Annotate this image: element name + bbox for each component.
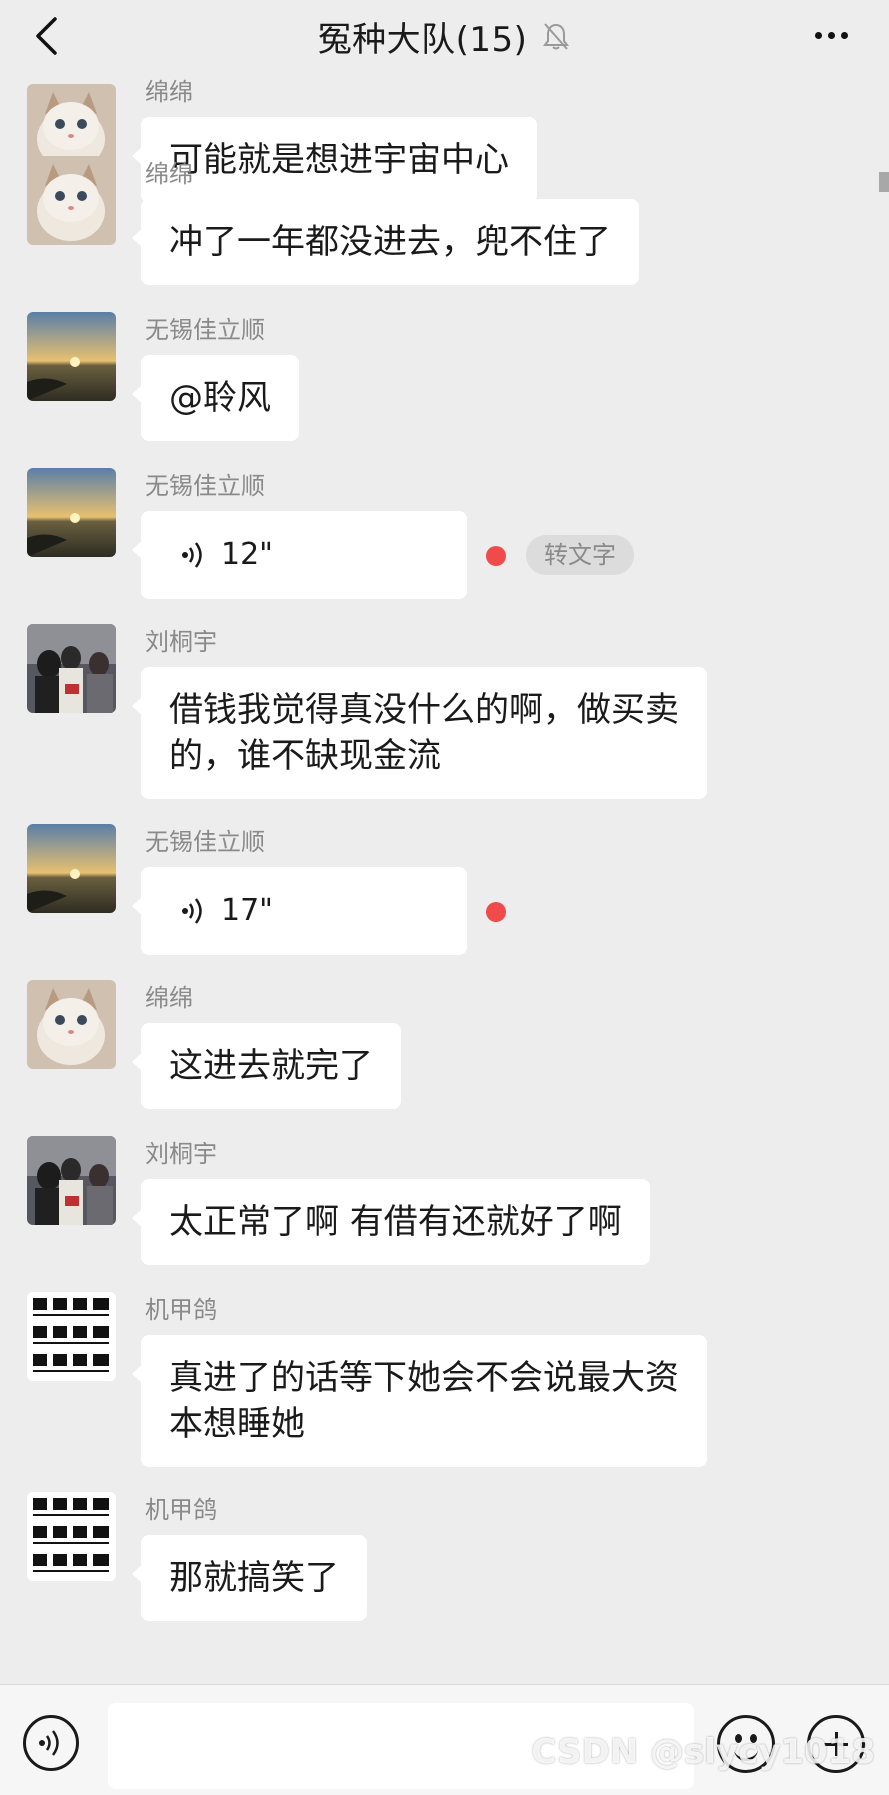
voice-duration: 17" (221, 893, 273, 928)
message-bubble[interactable]: 这进去就完了 (132, 1023, 401, 1109)
message-list[interactable]: 绵绵 可能就是想进宇宙中心 绵绵 冲了一年都没进去，兜不住了 无锡佳立顺 @聆风… (0, 72, 889, 1684)
watermark: CSDN @slycy1018 (531, 1732, 875, 1772)
avatar[interactable] (27, 312, 116, 401)
avatar[interactable] (27, 624, 116, 713)
chat-title: 冤种大队(15) (317, 19, 528, 60)
voice-icon (39, 1730, 59, 1756)
sender-name: 刘桐宇 (145, 1140, 217, 1168)
message-bubble[interactable]: 冲了一年都没进去，兜不住了 (132, 199, 639, 285)
sender-name: 机甲鸽 (145, 1296, 217, 1324)
message-bubble[interactable]: 真进了的话等下她会不会说最大资 本想睡她 (132, 1335, 707, 1467)
unread-dot (486, 546, 506, 566)
message-bubble[interactable]: 太正常了啊 有借有还就好了啊 (132, 1179, 650, 1265)
voice-wave-icon (181, 896, 207, 926)
avatar[interactable] (27, 468, 116, 557)
sender-name: 无锡佳立顺 (145, 316, 265, 344)
chevron-left-icon (36, 17, 57, 55)
avatar[interactable] (27, 1292, 116, 1381)
avatar[interactable] (27, 980, 116, 1069)
sender-name: 刘桐宇 (145, 628, 217, 656)
sender-name: 绵绵 (145, 160, 193, 188)
voice-message[interactable]: 12" (132, 511, 467, 599)
bell-off-icon (541, 21, 571, 51)
convert-to-text-button[interactable]: 转文字 (526, 535, 634, 575)
back-button[interactable] (26, 14, 66, 58)
avatar[interactable] (27, 156, 116, 245)
voice-input-button[interactable] (23, 1715, 79, 1771)
sender-name: 机甲鸽 (145, 1496, 217, 1524)
more-options-button[interactable] (807, 18, 855, 52)
message-bubble[interactable]: 借钱我觉得真没什么的啊，做买卖 的，谁不缺现金流 (132, 667, 707, 799)
avatar[interactable] (27, 1136, 116, 1225)
voice-message[interactable]: 17" (132, 867, 467, 955)
unread-dot (486, 902, 506, 922)
voice-wave-icon (181, 540, 207, 570)
message-bubble[interactable]: @聆风 (132, 355, 299, 441)
sender-name: 绵绵 (145, 984, 193, 1012)
sender-name: 无锡佳立顺 (145, 472, 265, 500)
message-bubble[interactable]: 可能就是想进宇宙中心 (132, 117, 537, 203)
chat-header: 冤种大队(15) (0, 0, 889, 72)
avatar[interactable] (27, 824, 116, 913)
voice-duration: 12" (221, 537, 273, 572)
more-dots-icon (814, 31, 822, 39)
avatar[interactable] (27, 1492, 116, 1581)
sender-name: 绵绵 (145, 78, 193, 106)
message-bubble[interactable]: 那就搞笑了 (132, 1535, 367, 1621)
sender-name: 无锡佳立顺 (145, 828, 265, 856)
